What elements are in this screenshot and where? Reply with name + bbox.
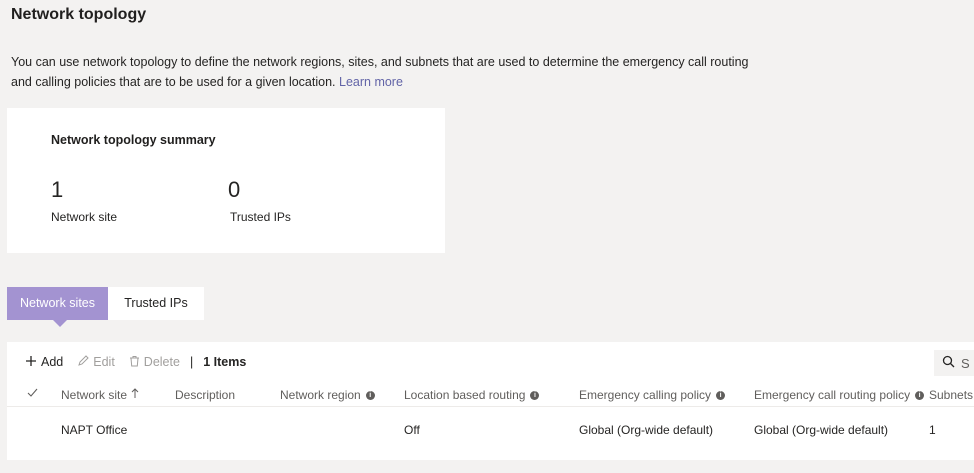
edit-button[interactable]: Edit xyxy=(77,354,115,370)
plus-icon xyxy=(25,354,37,370)
cell-subnets: 1 xyxy=(929,423,936,437)
summary-card: Network topology summary 1 Network site … xyxy=(7,108,445,253)
network-sites-panel: Add Edit Delete | 1 Items S Network site xyxy=(7,342,974,460)
search-icon xyxy=(942,355,961,371)
column-description[interactable]: Description xyxy=(175,388,235,402)
select-all-checkbox[interactable] xyxy=(27,388,38,398)
summary-title: Network topology summary xyxy=(51,133,216,147)
network-site-count: 1 xyxy=(51,177,64,202)
search-box[interactable]: S xyxy=(934,350,974,376)
table-header: Network site Description Network region … xyxy=(7,384,974,407)
add-button[interactable]: Add xyxy=(25,354,63,370)
toolbar: Add Edit Delete | 1 Items xyxy=(25,353,246,371)
learn-more-link[interactable]: Learn more xyxy=(339,75,403,89)
search-placeholder: S xyxy=(961,355,970,371)
column-label: Subnets xyxy=(929,388,974,402)
info-icon[interactable]: i xyxy=(530,390,540,400)
delete-button[interactable]: Delete xyxy=(129,354,180,370)
column-subnets[interactable]: Subnets xyxy=(929,388,973,402)
column-label: Description xyxy=(175,388,236,402)
tab-trusted-ips[interactable]: Trusted IPs xyxy=(108,287,204,320)
column-network-region[interactable]: Network region i xyxy=(280,388,375,402)
info-icon[interactable]: i xyxy=(716,390,726,400)
column-network-site[interactable]: Network site xyxy=(61,388,139,402)
info-icon[interactable]: i xyxy=(365,390,375,400)
cell-location-based-routing: Off xyxy=(404,423,420,437)
column-label: Emergency call routing policy xyxy=(754,388,911,402)
trusted-ips-label: Trusted IPs xyxy=(230,210,291,224)
page-title: Network topology xyxy=(11,6,147,23)
column-label: Network region xyxy=(280,388,361,402)
trash-icon xyxy=(129,354,140,370)
delete-label: Delete xyxy=(143,355,180,369)
column-emergency-calling-policy[interactable]: Emergency calling policy i xyxy=(579,388,726,402)
edit-label: Edit xyxy=(93,355,115,369)
add-label: Add xyxy=(41,355,64,369)
info-icon[interactable]: i xyxy=(915,390,925,400)
column-label: Location based routing xyxy=(404,388,526,402)
cell-network-site[interactable]: NAPT Office xyxy=(61,423,127,437)
trusted-ips-count: 0 xyxy=(228,177,241,202)
network-site-label: Network site xyxy=(51,210,118,224)
tab-network-sites[interactable]: Network sites xyxy=(7,287,108,327)
column-location-based-routing[interactable]: Location based routing i xyxy=(404,388,540,402)
sort-ascending-icon xyxy=(131,388,139,402)
item-count: 1 Items xyxy=(203,355,247,369)
pencil-icon xyxy=(77,354,89,370)
column-emergency-call-routing-policy[interactable]: Emergency call routing policy i xyxy=(754,388,925,402)
table-row[interactable]: NAPT Office Off Global (Org-wide default… xyxy=(7,414,974,448)
tab-bar: Network sites Trusted IPs xyxy=(7,287,204,327)
column-label: Emergency calling policy xyxy=(579,388,712,402)
cell-emergency-calling-policy: Global (Org-wide default) xyxy=(579,423,714,437)
page-description: You can use network topology to define t… xyxy=(11,52,751,92)
cell-emergency-call-routing-policy: Global (Org-wide default) xyxy=(754,423,889,437)
toolbar-separator: | xyxy=(189,355,194,369)
column-label: Network site xyxy=(61,388,128,402)
